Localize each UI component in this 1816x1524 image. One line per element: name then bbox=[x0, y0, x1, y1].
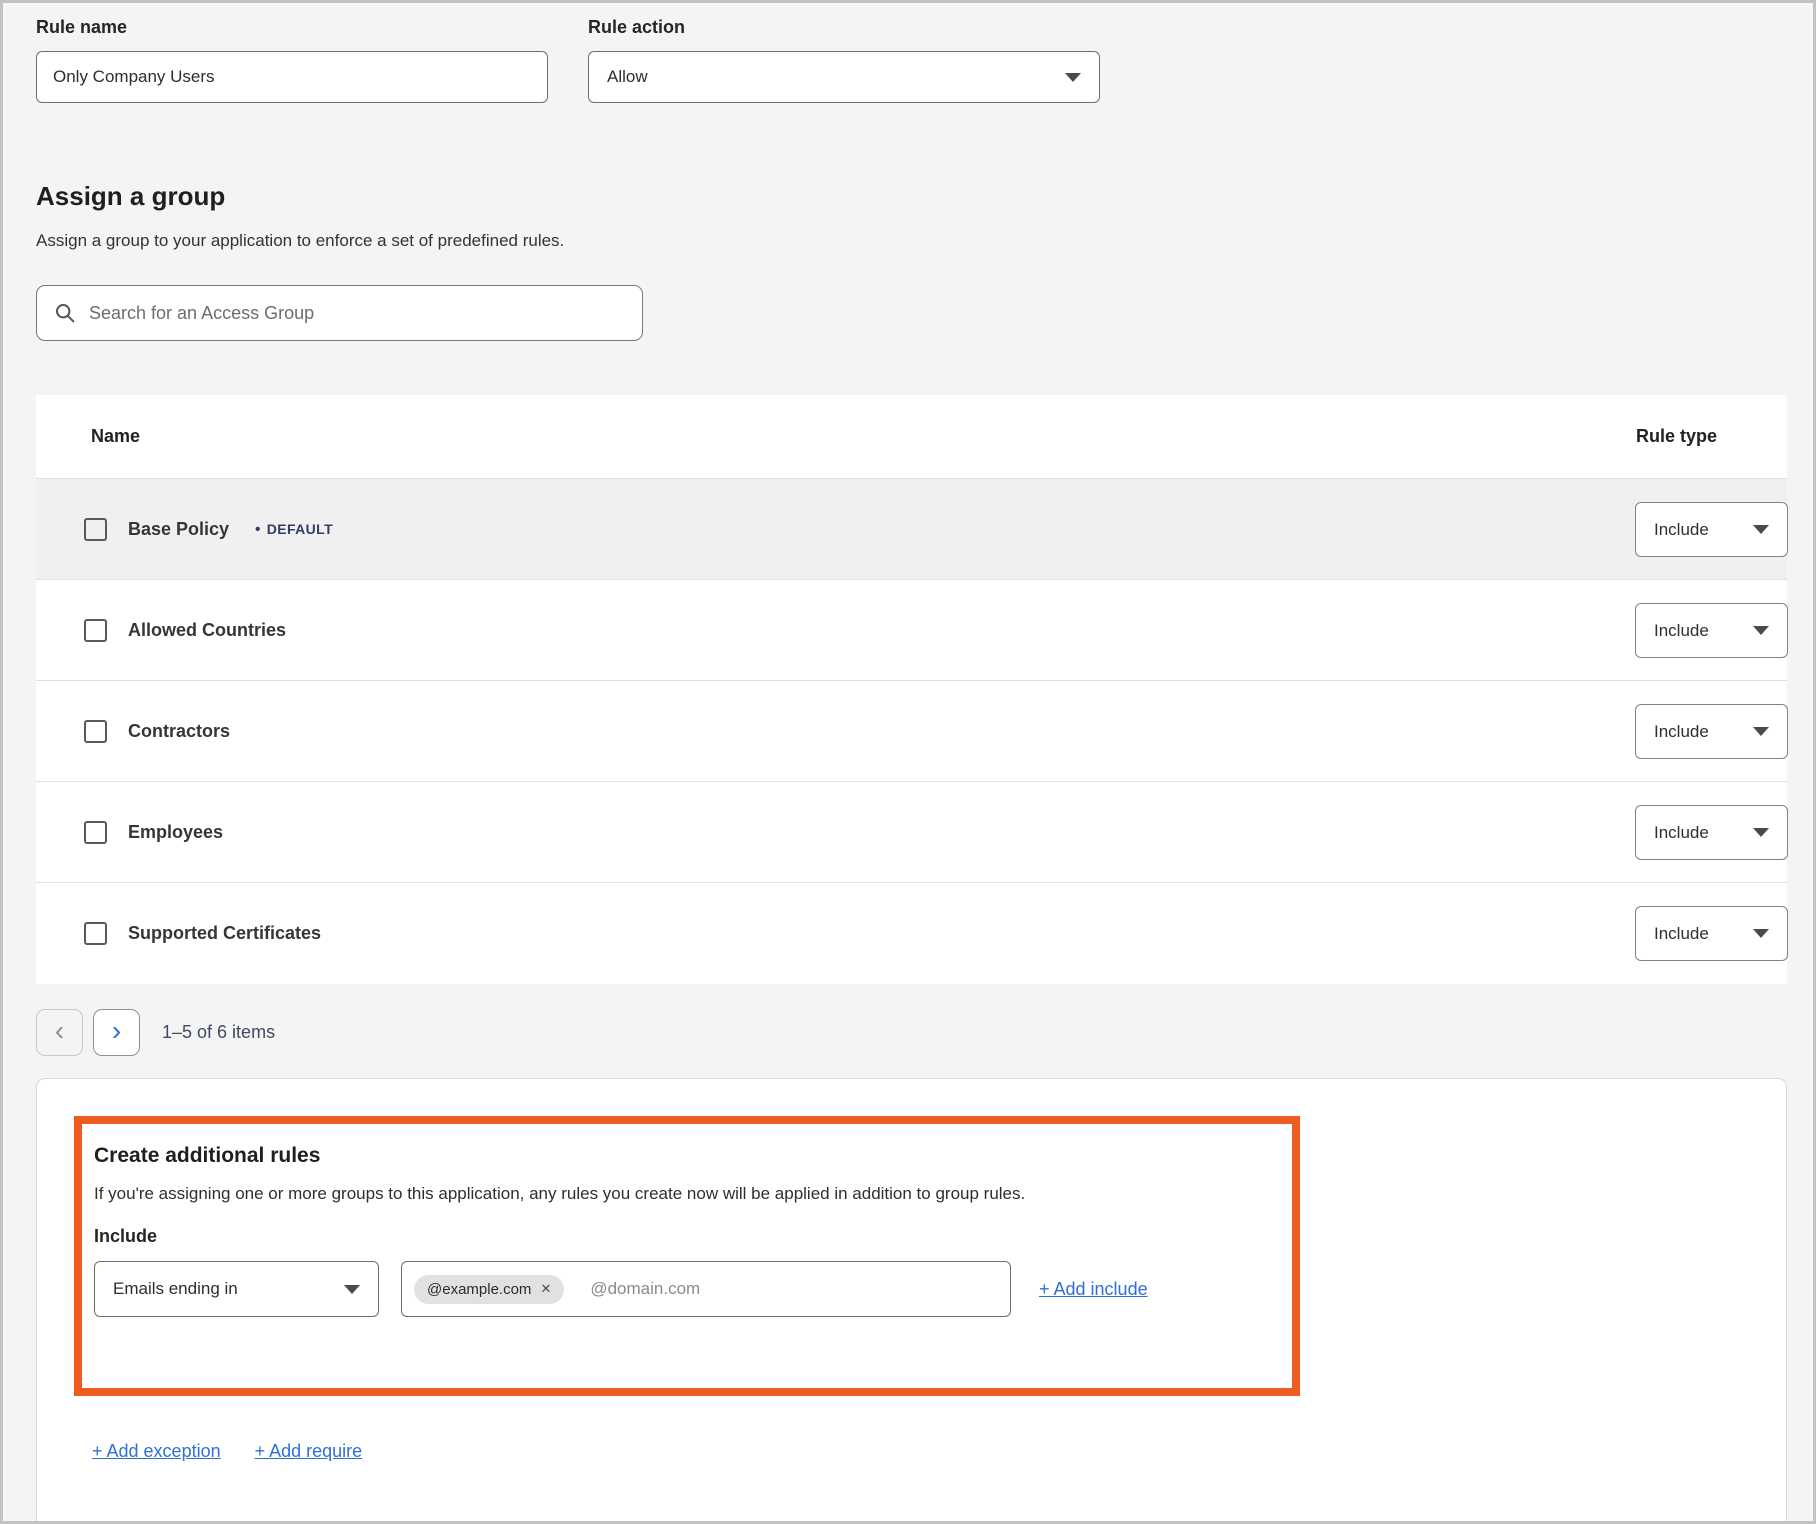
row-name: Base Policy bbox=[128, 519, 229, 540]
table-row-employees: Employees Include bbox=[36, 782, 1787, 883]
row-checkbox[interactable] bbox=[84, 619, 107, 642]
chevron-down-icon bbox=[1753, 828, 1769, 837]
assign-group-description: Assign a group to your application to en… bbox=[36, 231, 564, 251]
chevron-down-icon bbox=[1753, 727, 1769, 736]
rule-type-value: Include bbox=[1654, 823, 1709, 843]
chevron-right-icon: › bbox=[112, 1017, 121, 1045]
rule-type-value: Include bbox=[1654, 520, 1709, 540]
rule-action-label: Rule action bbox=[588, 17, 685, 38]
search-icon bbox=[55, 303, 75, 323]
include-label: Include bbox=[94, 1226, 1280, 1247]
column-header-name: Name bbox=[36, 426, 140, 447]
add-require-link[interactable]: + Add require bbox=[255, 1441, 363, 1462]
rule-action-select[interactable]: Allow bbox=[588, 51, 1100, 103]
rule-type-value: Include bbox=[1654, 722, 1709, 742]
badge-label: DEFAULT bbox=[267, 521, 333, 537]
pagination-status: 1–5 of 6 items bbox=[162, 1022, 275, 1043]
table-header: Name Rule type bbox=[36, 395, 1787, 479]
chevron-down-icon bbox=[1753, 626, 1769, 635]
chip-remove-icon[interactable]: ✕ bbox=[540, 1281, 551, 1297]
rule-type-select[interactable]: Include bbox=[1635, 502, 1788, 557]
column-header-rule-type: Rule type bbox=[1636, 426, 1717, 447]
rule-criteria-value: Emails ending in bbox=[113, 1279, 238, 1299]
row-checkbox[interactable] bbox=[84, 922, 107, 945]
access-groups-table: Name Rule type Base Policy • DEFAULT Incl… bbox=[36, 395, 1787, 984]
row-checkbox[interactable] bbox=[84, 518, 107, 541]
row-name: Contractors bbox=[128, 721, 230, 742]
access-group-search bbox=[36, 285, 643, 341]
table-row-allowed-countries: Allowed Countries Include bbox=[36, 580, 1787, 681]
email-domains-input[interactable]: @example.com ✕ @domain.com bbox=[401, 1261, 1011, 1317]
email-chip: @example.com ✕ bbox=[414, 1275, 564, 1304]
rule-type-select[interactable]: Include bbox=[1635, 603, 1788, 658]
rule-type-value: Include bbox=[1654, 924, 1709, 944]
add-include-link[interactable]: + Add include bbox=[1039, 1279, 1148, 1300]
footer-links: + Add exception + Add require bbox=[92, 1441, 362, 1462]
include-rule-controls: Emails ending in @example.com ✕ @domain.… bbox=[94, 1261, 1280, 1317]
search-input[interactable] bbox=[89, 303, 624, 324]
badge-bullet: • bbox=[255, 521, 261, 538]
rule-type-value: Include bbox=[1654, 621, 1709, 641]
chevron-down-icon bbox=[1753, 929, 1769, 938]
chevron-down-icon bbox=[1753, 525, 1769, 534]
rule-name-label: Rule name bbox=[36, 17, 127, 38]
prev-page-button[interactable]: ‹ bbox=[36, 1009, 83, 1056]
rule-type-select[interactable]: Include bbox=[1635, 704, 1788, 759]
chevron-down-icon bbox=[1065, 73, 1081, 82]
create-rules-highlight-box: Create additional rules If you're assign… bbox=[74, 1116, 1300, 1396]
rule-name-input[interactable] bbox=[36, 51, 548, 103]
rule-editor-page: Rule name Rule action Allow Assign a gro… bbox=[0, 0, 1816, 1524]
table-row-contractors: Contractors Include bbox=[36, 681, 1787, 782]
table-row-base-policy: Base Policy • DEFAULT Include bbox=[36, 479, 1787, 580]
create-rules-card: Create additional rules If you're assign… bbox=[36, 1078, 1787, 1524]
rule-criteria-select[interactable]: Emails ending in bbox=[94, 1261, 379, 1317]
chevron-down-icon bbox=[344, 1285, 360, 1294]
chevron-left-icon: ‹ bbox=[55, 1017, 64, 1045]
row-name: Supported Certificates bbox=[128, 923, 321, 944]
add-exception-link[interactable]: + Add exception bbox=[92, 1441, 221, 1462]
create-rules-title: Create additional rules bbox=[94, 1144, 1280, 1168]
assign-group-title: Assign a group bbox=[36, 181, 225, 212]
row-checkbox[interactable] bbox=[84, 720, 107, 743]
row-checkbox[interactable] bbox=[84, 821, 107, 844]
pagination: ‹ › 1–5 of 6 items bbox=[36, 1009, 275, 1056]
rule-action-value: Allow bbox=[607, 67, 648, 87]
default-badge: • DEFAULT bbox=[255, 521, 333, 538]
create-rules-description: If you're assigning one or more groups t… bbox=[94, 1184, 1280, 1204]
email-input-placeholder: @domain.com bbox=[590, 1279, 700, 1299]
next-page-button[interactable]: › bbox=[93, 1009, 140, 1056]
rule-type-select[interactable]: Include bbox=[1635, 906, 1788, 961]
table-row-supported-certificates: Supported Certificates Include bbox=[36, 883, 1787, 984]
email-chip-label: @example.com bbox=[427, 1281, 531, 1298]
row-name: Employees bbox=[128, 822, 223, 843]
row-name: Allowed Countries bbox=[128, 620, 286, 641]
rule-type-select[interactable]: Include bbox=[1635, 805, 1788, 860]
